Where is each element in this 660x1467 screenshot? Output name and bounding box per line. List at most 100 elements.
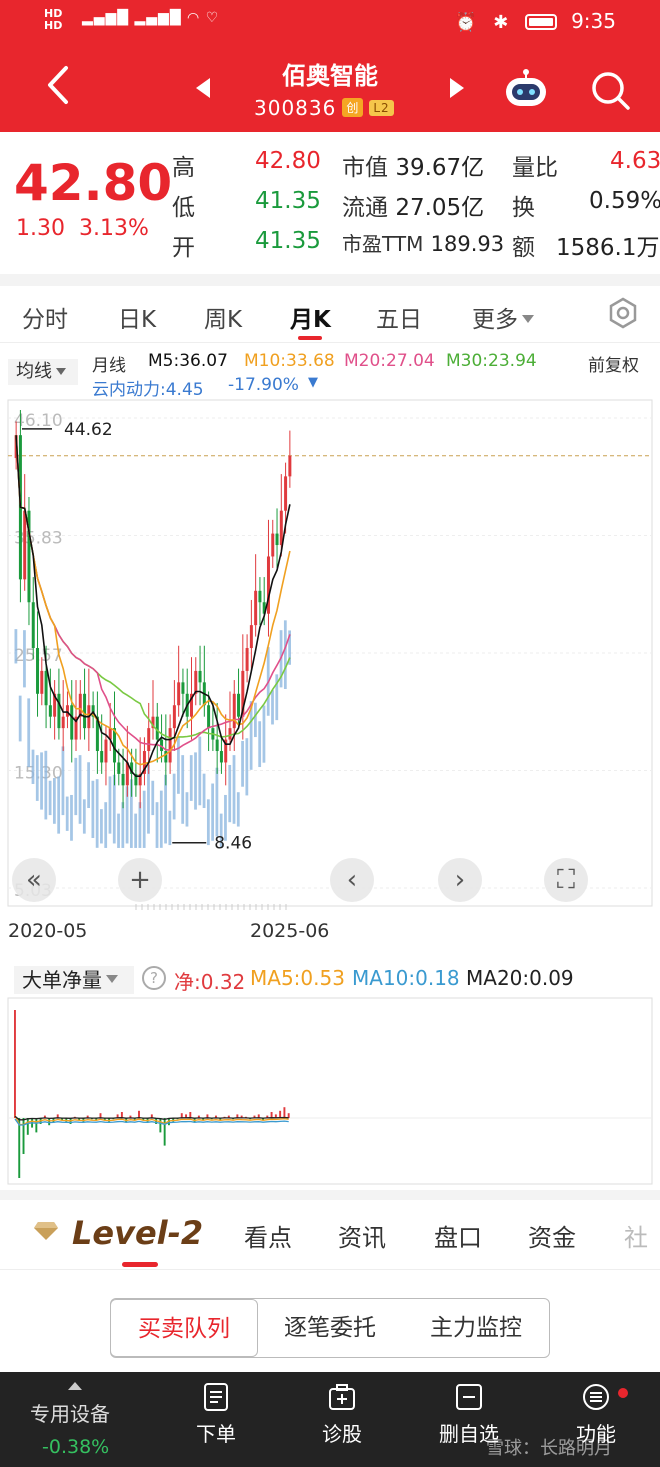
divider [0,1190,660,1200]
quote-market-cap: 市值 39.67亿 [342,155,485,181]
candle-body [100,751,104,763]
help-icon[interactable]: ? [142,966,166,990]
candle-body [228,728,232,740]
ma-selector[interactable]: 均线 [8,359,78,385]
candle-body [249,625,253,649]
candle-body [44,670,48,706]
cloud-bar [151,780,155,816]
candle-body [48,705,52,717]
cloud-bar [95,779,99,848]
nav-diagnose[interactable]: 诊股 [318,1382,366,1447]
fullscreen-icon[interactable]: ⛶ [544,858,588,902]
candle-body [117,762,121,774]
alarm-icon: ⏰ [454,12,477,33]
back-icon[interactable] [40,62,76,108]
candle-body [61,716,65,729]
cloud-bar [57,776,61,834]
cloud-dropdown-icon[interactable]: ▼ [308,375,318,390]
quote-volume-ratio-value: 4.63 [610,148,660,174]
candle-body [65,705,69,717]
seg-main-monitor[interactable]: 主力监控 [403,1299,549,1357]
tab-order-book[interactable]: 盘口 [434,1218,482,1253]
candle-body [219,751,223,763]
tab-funds[interactable]: 资金 [528,1218,576,1253]
expand-up-icon[interactable] [68,1382,82,1390]
big-order-chart[interactable] [0,996,660,1186]
zoom-in-icon[interactable]: + [118,858,162,902]
order-document-icon [204,1383,228,1411]
chevron-down-icon [56,368,66,375]
candle-body [104,739,108,763]
tab-daily-k[interactable]: 日K [118,300,156,334]
tab-monthly-k[interactable]: 月K [290,300,331,334]
cloud-bar [70,794,73,841]
candle-body [254,590,258,626]
scroll-right-icon[interactable]: › [438,858,482,902]
cloud-bar [138,802,142,848]
sub-ma20: MA20:0.09 [466,966,574,990]
indicator-bar: 均线 月线 M5:36.07 M10:33.68 M20:27.04 M30:2… [0,342,660,400]
cloud-bar [254,702,257,738]
cloud-bar [168,810,172,846]
diagnose-kit-icon [329,1384,355,1410]
cloud-bar [228,764,232,823]
tab-weekly-k[interactable]: 周K [204,300,242,334]
candle-body [83,693,87,729]
cloud-bar [185,792,189,827]
cloud-bar [48,780,52,816]
cloud-bar [147,764,150,834]
kline-chart[interactable]: 46.1035.8325.5715.305.0344.628.46 [0,398,660,914]
cloud-bar [189,755,193,801]
sub-indicator-selector[interactable]: 大单净量 [14,966,134,994]
nav-order[interactable]: 下单 [192,1382,240,1447]
cloud-bar [155,802,159,848]
candle-body [40,670,44,694]
tab-intraday[interactable]: 分时 [22,300,68,334]
sector-change: -0.38% [42,1436,110,1458]
stock-code-row: 300836 创 L2 [254,96,394,120]
tab-news[interactable]: 资讯 [338,1218,386,1253]
y-tick-label: 46.10 [14,411,63,431]
cloud-bar [121,802,125,848]
candle-body [198,670,202,683]
seg-tick-orders[interactable]: 逐笔委托 [257,1299,403,1357]
next-stock-arrow-icon[interactable] [450,78,464,98]
net-bar [22,1118,25,1154]
candle-body [271,533,275,557]
ind-m10: M10:33.68 [244,351,335,371]
rewind-control-icon[interactable]: « [12,858,56,902]
quote-turnover: 换 [512,195,535,221]
quote-high-value: 42.80 [255,148,321,174]
quote-low-value: 41.35 [255,188,321,214]
cloud-bar [14,629,18,664]
tab-more[interactable]: 更多 [472,300,534,334]
candle-body [245,648,249,671]
net-bar [48,1118,51,1126]
prev-stock-arrow-icon[interactable] [196,78,210,98]
candle-body [207,705,211,729]
quote-amount: 额 [512,235,535,261]
sub-net: 净:0.32 [174,970,246,994]
candle-body [147,728,151,752]
cloud-bar [35,755,39,801]
search-icon[interactable] [588,68,632,112]
tab-highlights[interactable]: 看点 [244,1218,292,1253]
tab-community[interactable]: 社 [624,1218,648,1253]
cloud-bar [104,802,108,848]
tab-level2[interactable]: Level-2 [34,1214,203,1252]
clock: 9:35 [571,9,616,33]
scroll-left-icon[interactable]: ‹ [330,858,374,902]
tab-five-day[interactable]: 五日 [376,300,422,334]
ind-cloud-pct: -17.90% [228,375,299,395]
sector-name[interactable]: 专用设备 [30,1398,110,1427]
robot-assistant-icon[interactable] [502,66,550,110]
seg-bid-ask-queue[interactable]: 买卖队列 [110,1299,258,1357]
candle-body [168,728,172,763]
cloud-bar [31,749,35,784]
settings-hexagon-icon[interactable] [606,296,640,330]
price-adjust[interactable]: 前复权 [588,351,639,376]
cloud-bar [236,792,240,827]
sub-ma5: MA5:0.53 [250,966,345,990]
ind-m20: M20:27.04 [344,351,435,371]
candle-body [194,670,198,694]
